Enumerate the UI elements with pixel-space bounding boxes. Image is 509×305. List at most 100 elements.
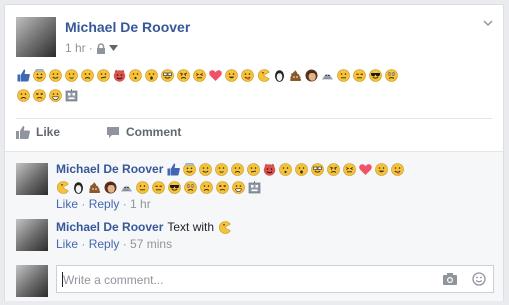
slight-smile-icon xyxy=(65,69,78,82)
camera-icon[interactable] xyxy=(443,273,457,285)
upset-icon xyxy=(216,181,229,194)
post-emoji-row-1 xyxy=(17,69,398,82)
tongue-icon xyxy=(241,69,254,82)
post-author-avatar[interactable] xyxy=(16,17,56,57)
frown-2-icon xyxy=(17,89,30,102)
tongue-icon xyxy=(391,162,405,176)
wide-eye-icon xyxy=(385,69,398,82)
devil-icon xyxy=(113,69,126,82)
sunglasses-icon xyxy=(369,69,382,82)
shark-icon xyxy=(121,186,132,192)
confused-icon xyxy=(97,69,110,82)
like-icon xyxy=(16,125,30,139)
upset-icon xyxy=(33,89,46,102)
comment-author[interactable]: Michael De Roover xyxy=(56,220,163,234)
divider xyxy=(16,118,492,119)
pacman-icon xyxy=(257,69,270,82)
confused-icon xyxy=(247,162,261,176)
composer-avatar xyxy=(16,265,48,297)
separator-dot: · xyxy=(88,41,93,55)
post-emoji-row-2 xyxy=(17,89,78,102)
frown-2-icon xyxy=(200,181,213,194)
comment-label: Comment xyxy=(126,125,182,139)
grin-icon xyxy=(232,181,245,194)
gasp-icon xyxy=(295,162,309,176)
slight-smile-icon xyxy=(215,162,229,176)
grumpy-icon xyxy=(327,162,341,176)
post-time[interactable]: 1 hr xyxy=(65,41,86,55)
comment-time[interactable]: 1 hr xyxy=(130,197,151,211)
glasses-icon xyxy=(161,69,174,82)
smile-icon xyxy=(49,69,62,82)
comment-avatar[interactable] xyxy=(16,163,48,195)
heart-icon xyxy=(359,163,373,175)
wide-eye-icon xyxy=(184,181,197,194)
angel-icon xyxy=(33,69,46,82)
comment-text: Text with xyxy=(167,220,215,234)
grumpy-icon xyxy=(177,69,190,82)
neutral-icon xyxy=(337,69,350,82)
comment-2: Michael De Roover Text with Like · Reply… xyxy=(56,220,231,251)
frown-icon xyxy=(231,162,245,176)
pacman-icon xyxy=(56,181,69,194)
robot-icon xyxy=(65,89,78,102)
happy-icon xyxy=(225,69,238,82)
heart-icon xyxy=(209,70,222,81)
comment-emoji-line-2 xyxy=(56,181,404,194)
kiss-icon xyxy=(129,69,142,82)
glasses-icon xyxy=(311,162,325,176)
angel-icon xyxy=(183,162,197,176)
penguin-icon xyxy=(74,182,83,194)
penguin-icon xyxy=(275,70,284,82)
lock-icon[interactable] xyxy=(96,42,106,54)
grin-icon xyxy=(49,89,62,102)
comments-section: Michael De Roover Like · Reply · 1 hr Mi… xyxy=(5,151,503,301)
pacman-icon xyxy=(219,220,231,234)
comment-time[interactable]: 57 mins xyxy=(130,237,172,251)
squint-icon xyxy=(343,162,357,176)
smile-icon xyxy=(199,162,213,176)
chris-putnam-icon xyxy=(104,181,117,194)
thumbs-up-icon xyxy=(167,163,181,175)
neutral-icon xyxy=(136,181,149,194)
chevron-down-icon[interactable] xyxy=(482,17,494,29)
comment-like-link[interactable]: Like xyxy=(56,197,78,211)
comment-button[interactable]: Comment xyxy=(106,125,181,139)
kiss-icon xyxy=(279,162,293,176)
devil-icon xyxy=(264,163,276,176)
comment-placeholder: Write a comment... xyxy=(63,273,164,287)
chris-putnam-icon xyxy=(305,69,318,82)
audience-dropdown-icon[interactable] xyxy=(108,45,118,51)
unsure-icon xyxy=(152,181,165,194)
gasp-icon xyxy=(145,69,158,82)
emoji-picker-icon[interactable] xyxy=(472,272,486,286)
post-card: Michael De Roover 1 hr · Like Comment Mi… xyxy=(4,4,504,301)
like-label: Like xyxy=(36,125,61,139)
post-author-name[interactable]: Michael De Roover xyxy=(65,19,190,35)
sunglasses-icon xyxy=(168,181,181,194)
happy-icon xyxy=(375,162,389,176)
comment-links: Like · Reply · 57 mins xyxy=(56,237,173,251)
comment-avatar[interactable] xyxy=(16,219,48,251)
comment-reply-link[interactable]: Reply xyxy=(89,237,120,251)
comment-1: Michael De Roover Like · Reply · 1 hr xyxy=(56,162,405,211)
robot-icon xyxy=(248,181,261,194)
comment-links: Like · Reply · 1 hr xyxy=(56,197,151,211)
post-actions: Like Comment xyxy=(16,125,181,139)
comment-reply-link[interactable]: Reply xyxy=(89,197,120,211)
comment-input[interactable]: Write a comment... xyxy=(56,265,494,293)
comment-icon xyxy=(107,126,120,138)
shark-icon xyxy=(322,74,333,80)
unsure-icon xyxy=(353,69,366,82)
frown-icon xyxy=(81,69,94,82)
thumbs-up-icon xyxy=(17,69,30,82)
comment-trailing-emoji xyxy=(218,220,231,234)
comment-like-link[interactable]: Like xyxy=(56,237,78,251)
post-meta: 1 hr · xyxy=(65,41,118,55)
poop-icon xyxy=(89,182,101,193)
poop-icon xyxy=(290,70,302,81)
squint-icon xyxy=(193,69,206,82)
comment-author[interactable]: Michael De Roover xyxy=(56,162,163,176)
comment-emoji-line-1 xyxy=(167,162,405,176)
like-button[interactable]: Like xyxy=(16,125,60,139)
